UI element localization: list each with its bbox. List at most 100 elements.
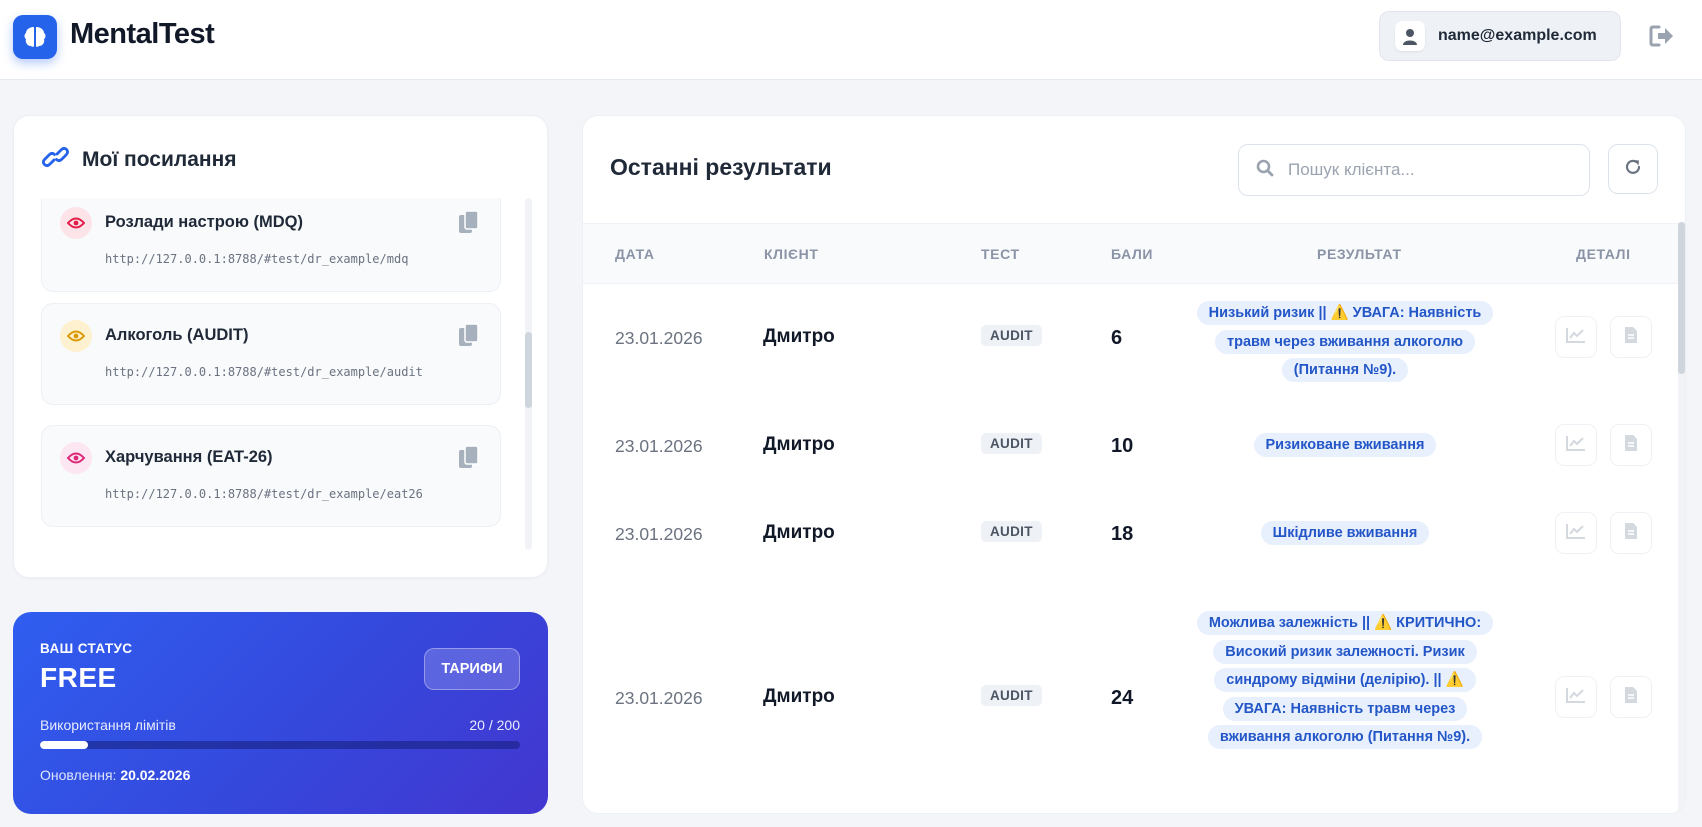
result-badge: Можлива залежність || ⚠️ КРИТИЧНО: Висок… (1196, 611, 1494, 749)
report-button[interactable] (1610, 316, 1652, 358)
row-client: Дмитро (763, 686, 835, 707)
usage-progress-fill (40, 741, 88, 749)
results-scrollbar[interactable] (1678, 222, 1685, 813)
row-date: 23.01.2026 (615, 328, 703, 348)
eye-icon[interactable] (60, 320, 92, 352)
my-links-panel: Мої посилання Розлади настрою (MDQ) http… (13, 115, 548, 578)
column-client: КЛІЄНТ (764, 246, 819, 262)
eye-icon[interactable] (60, 442, 92, 474)
results-table-header: ДАТА КЛІЄНТ ТЕСТ БАЛИ РЕЗУЛЬТАТ ДЕТАЛІ (583, 223, 1683, 284)
usage-progress-bar (40, 741, 520, 749)
result-badge: Шкідливе вживання (1260, 521, 1430, 545)
report-button[interactable] (1610, 512, 1652, 554)
row-result: Низький ризик || ⚠️ УВАГА: Наявність тра… (1195, 299, 1495, 385)
row-result: Ризиковане вживання (1195, 431, 1495, 460)
app-name: MentalTest (70, 18, 215, 50)
file-icon (1624, 326, 1638, 349)
table-row: 23.01.2026 Дмитро AUDIT 18 Шкідливе вжив… (583, 479, 1673, 564)
row-score: 24 (1111, 687, 1134, 709)
usage-label: Використання лімітів (40, 717, 176, 733)
status-panel: ВАШ СТАТУС FREE ТАРИФИ Використання лімі… (13, 612, 548, 814)
usage-value: 20 / 200 (469, 717, 520, 733)
results-scrollbar-thumb[interactable] (1678, 222, 1685, 374)
file-icon (1624, 522, 1638, 545)
my-links-header: Мої посилання (41, 146, 237, 173)
chart-button[interactable] (1555, 424, 1597, 466)
user-menu[interactable]: name@example.com (1379, 11, 1621, 61)
recent-results-panel: Останні результати ДАТА КЛІЄНТ ТЕСТ БАЛИ… (582, 115, 1686, 814)
row-score: 18 (1111, 523, 1134, 545)
column-test: ТЕСТ (981, 246, 1020, 262)
link-item: Алкоголь (AUDIT) http://127.0.0.1:8788/#… (41, 303, 501, 405)
search-icon (1256, 159, 1274, 182)
links-scrollbar-thumb[interactable] (525, 332, 532, 408)
chart-line-icon (1566, 523, 1586, 544)
row-score: 6 (1111, 327, 1123, 349)
table-row: 23.01.2026 Дмитро AUDIT 6 Низький ризик … (583, 282, 1673, 394)
result-badge: Ризиковане вживання (1253, 433, 1437, 457)
row-client: Дмитро (763, 326, 835, 347)
link-url: http://127.0.0.1:8788/#test/dr_example/a… (105, 365, 423, 379)
chart-line-icon (1566, 327, 1586, 348)
sign-out-icon[interactable] (1648, 23, 1676, 49)
result-badge: Низький ризик || ⚠️ УВАГА: Наявність тра… (1196, 301, 1494, 382)
report-button[interactable] (1610, 424, 1652, 466)
row-client: Дмитро (763, 434, 835, 455)
top-header: MentalTest name@example.com (0, 0, 1702, 80)
renew-date: 20.02.2026 (120, 767, 191, 783)
table-row: 23.01.2026 Дмитро AUDIT 10 Ризиковане вж… (583, 394, 1673, 479)
my-links-title: Мої посилання (82, 147, 237, 171)
tariffs-button[interactable]: ТАРИФИ (424, 648, 520, 690)
file-icon (1624, 434, 1638, 457)
link-name: Розлади настрою (MDQ) (105, 213, 304, 231)
row-result: Можлива залежність || ⚠️ КРИТИЧНО: Висок… (1195, 609, 1495, 752)
user-icon (1395, 21, 1425, 51)
status-plan: FREE (40, 662, 117, 693)
renew-info: Оновлення: 20.02.2026 (40, 767, 190, 783)
chart-button[interactable] (1555, 512, 1597, 554)
column-result: РЕЗУЛЬТАТ (1317, 246, 1402, 262)
status-label: ВАШ СТАТУС (40, 641, 133, 656)
report-button[interactable] (1610, 676, 1652, 718)
refresh-icon (1624, 158, 1642, 181)
column-score: БАЛИ (1111, 246, 1154, 262)
chart-button[interactable] (1555, 676, 1597, 718)
row-score: 10 (1111, 435, 1134, 457)
file-icon (1624, 686, 1638, 709)
copy-icon[interactable] (456, 444, 482, 470)
row-result: Шкідливе вживання (1195, 519, 1495, 548)
column-details: ДЕТАЛІ (1576, 246, 1631, 262)
row-test: AUDIT (981, 325, 1042, 346)
table-row: 23.01.2026 Дмитро AUDIT 24 Можлива залеж… (583, 564, 1673, 813)
results-title: Останні результати (610, 154, 832, 180)
brain-icon (13, 15, 57, 59)
row-date: 23.01.2026 (615, 436, 703, 456)
row-date: 23.01.2026 (615, 524, 703, 544)
link-url: http://127.0.0.1:8788/#test/dr_example/m… (105, 252, 409, 266)
eye-icon[interactable] (60, 207, 92, 239)
copy-icon[interactable] (456, 322, 482, 348)
row-test: AUDIT (981, 433, 1042, 454)
user-email: name@example.com (1438, 27, 1597, 44)
link-name: Харчування (EAT-26) (105, 448, 273, 466)
link-item: Розлади настрою (MDQ) http://127.0.0.1:8… (41, 198, 501, 292)
refresh-button[interactable] (1608, 144, 1658, 194)
link-icon (41, 146, 70, 173)
link-url: http://127.0.0.1:8788/#test/dr_example/e… (105, 487, 423, 501)
links-list[interactable]: Розлади настрою (MDQ) http://127.0.0.1:8… (41, 198, 517, 566)
row-test: AUDIT (981, 685, 1042, 706)
client-search[interactable] (1238, 144, 1590, 196)
link-item: Харчування (EAT-26) http://127.0.0.1:878… (41, 425, 501, 527)
column-date: ДАТА (615, 246, 655, 262)
chart-line-icon (1566, 435, 1586, 456)
row-date: 23.01.2026 (615, 688, 703, 708)
links-scrollbar[interactable] (525, 198, 532, 550)
chart-button[interactable] (1555, 316, 1597, 358)
row-test: AUDIT (981, 521, 1042, 542)
copy-icon[interactable] (456, 209, 482, 235)
renew-label: Оновлення: (40, 767, 117, 783)
row-client: Дмитро (763, 522, 835, 543)
chart-line-icon (1566, 687, 1586, 708)
link-name: Алкоголь (AUDIT) (105, 326, 249, 344)
search-input[interactable] (1288, 160, 1588, 180)
